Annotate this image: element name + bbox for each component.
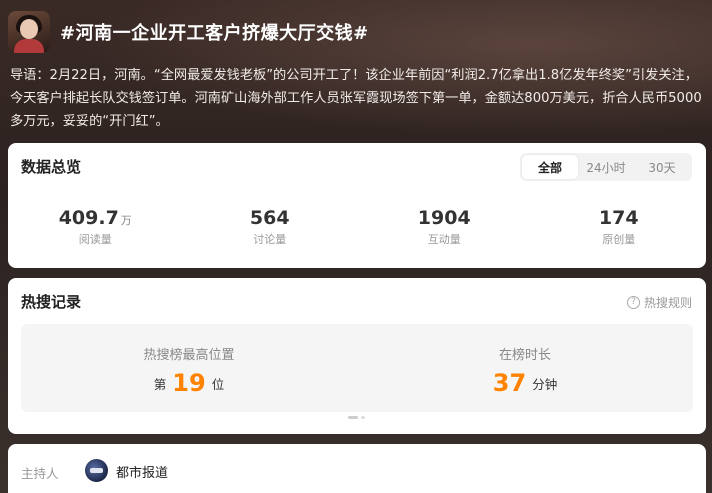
- best-position: 热搜榜最高位置 第 19 位: [21, 324, 357, 412]
- stats-row: 409.7 万 阅读量 564 讨论量 1904 互动量 174 原创量: [8, 207, 706, 247]
- stat-value: 1904: [417, 207, 471, 229]
- host-name[interactable]: 都市报道: [116, 462, 168, 481]
- position-suffix: 位: [211, 377, 225, 392]
- duration-label: 在榜时长: [498, 348, 551, 363]
- best-position-label: 热搜榜最高位置: [143, 348, 235, 363]
- hot-search-card: 热搜记录 ? 热搜规则 热搜榜最高位置 第 19 位 在榜时长 37 分钟: [8, 278, 706, 434]
- stat-originals: 174 原创量: [532, 207, 707, 247]
- data-overview-card: 数据总览 全部 24小时 30天 409.7 万 阅读量 564 讨论量 1904…: [8, 143, 706, 268]
- host-avatar[interactable]: [85, 459, 108, 482]
- overview-title: 数据总览: [21, 158, 82, 176]
- stat-label: 讨论量: [253, 233, 287, 246]
- host-card: 主持人 都市报道: [8, 444, 706, 493]
- topic-header: #河南一企业开工客户挤爆大厅交钱#: [8, 10, 369, 54]
- topic-avatar[interactable]: [8, 11, 50, 53]
- tab-30d[interactable]: 30天: [634, 155, 690, 179]
- hot-search-panel[interactable]: 热搜榜最高位置 第 19 位 在榜时长 37 分钟: [21, 324, 693, 412]
- carousel-dot-active[interactable]: [348, 416, 358, 419]
- stat-value: 174: [598, 207, 639, 229]
- on-list-duration: 在榜时长 37 分钟: [357, 324, 693, 412]
- stat-label: 互动量: [427, 233, 461, 246]
- hot-search-title: 热搜记录: [21, 293, 82, 311]
- tab-all[interactable]: 全部: [522, 155, 578, 179]
- stat-value: 409.7 万: [8, 207, 183, 229]
- topic-title: #河南一企业开工客户挤爆大厅交钱#: [60, 23, 369, 44]
- stat-reads: 409.7 万 阅读量: [8, 207, 183, 247]
- rules-label: 热搜规则: [643, 296, 692, 310]
- duration-number: 37: [492, 369, 527, 397]
- stat-interactions: 1904 互动量: [357, 207, 532, 247]
- position-number: 19: [172, 369, 206, 397]
- stat-discussions: 564 讨论量: [183, 207, 358, 247]
- duration-value-row: 37 分钟: [357, 369, 693, 397]
- hot-search-rules-link[interactable]: ? 热搜规则: [626, 294, 692, 311]
- avatar-shirt: [14, 39, 44, 53]
- reads-unit: 万: [120, 214, 132, 227]
- duration-suffix: 分钟: [532, 377, 558, 392]
- stat-value: 564: [249, 207, 290, 229]
- time-range-tabs: 全部 24小时 30天: [520, 153, 692, 181]
- host-label: 主持人: [21, 466, 59, 481]
- carousel-dot[interactable]: [361, 416, 365, 419]
- tab-24h[interactable]: 24小时: [578, 155, 634, 179]
- position-prefix: 第: [153, 377, 167, 392]
- carousel-indicator: [348, 416, 368, 419]
- stat-label: 原创量: [602, 233, 636, 246]
- best-position-value-row: 第 19 位: [21, 369, 357, 397]
- stat-label: 阅读量: [78, 233, 112, 246]
- avatar-face: [20, 19, 38, 39]
- topic-lead: 导语：2月22日，河南。“全网最爱发钱老板”的公司开工了！该企业年前因“利润2.…: [10, 68, 702, 129]
- question-circle-icon: ?: [626, 296, 640, 309]
- reads-value: 409.7: [58, 207, 119, 229]
